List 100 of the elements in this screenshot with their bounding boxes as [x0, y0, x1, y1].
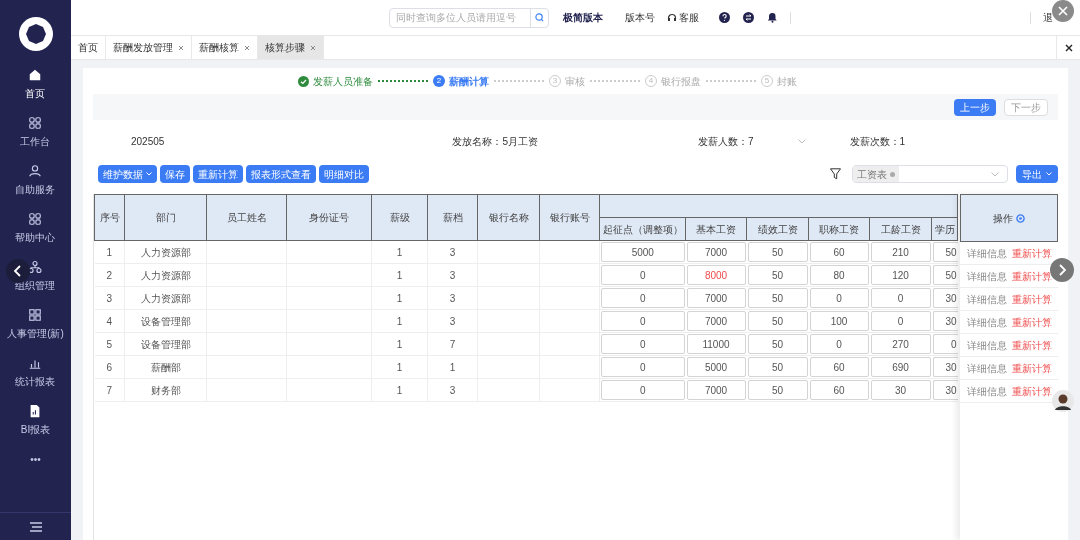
value-field[interactable]: 11000 — [686, 334, 746, 354]
value-field[interactable]: 50 — [747, 380, 808, 400]
detail-link[interactable]: 详细信息 — [966, 268, 1007, 284]
step-button[interactable]: 上一步 — [954, 98, 996, 116]
value-field[interactable]: 690 — [870, 357, 931, 377]
value-field[interactable]: 30 — [932, 288, 958, 308]
recalculate-link[interactable]: 重新计算 — [1011, 268, 1052, 284]
value-field[interactable]: 50 — [747, 334, 808, 354]
value-field[interactable]: 7000 — [686, 311, 746, 331]
toolbar-button[interactable]: 明细对比 — [319, 165, 369, 183]
value-field[interactable]: 60 — [809, 242, 869, 262]
recalculate-link[interactable]: 重新计算 — [1011, 360, 1052, 376]
table-select[interactable]: 工资表 — [852, 165, 1008, 183]
recalculate-link[interactable]: 重新计算 — [1011, 291, 1052, 307]
value-field[interactable]: 30 — [870, 380, 931, 400]
filter-icon[interactable] — [830, 168, 841, 180]
sidebar-item[interactable]: 人事管理(新) — [7, 326, 64, 341]
detail-link[interactable]: 详细信息 — [966, 314, 1007, 330]
recalculate-link[interactable]: 重新计算 — [1011, 314, 1052, 330]
value-field[interactable]: 60 — [809, 380, 869, 400]
switch-icon[interactable] — [743, 12, 754, 23]
value-field[interactable]: 50 — [932, 242, 958, 262]
toolbar-button[interactable]: 维护数据 — [98, 165, 157, 183]
value-field[interactable]: 7000 — [686, 242, 746, 262]
value-field[interactable]: 0 — [601, 357, 685, 377]
value-field[interactable]: 0 — [870, 288, 931, 308]
value-field[interactable]: 50 — [747, 311, 808, 331]
detail-link[interactable]: 详细信息 — [966, 337, 1007, 353]
value-field[interactable]: 30 — [932, 311, 958, 331]
avatar-icon[interactable] — [1052, 390, 1074, 412]
value-field[interactable]: 0 — [870, 311, 931, 331]
value-field[interactable]: 0 — [601, 334, 685, 354]
value-field[interactable]: 0 — [809, 288, 869, 308]
search-field[interactable]: 同时查询多位人员请用逗号 — [389, 7, 549, 28]
close-icon[interactable] — [1064, 43, 1073, 52]
value-field[interactable]: 50 — [747, 242, 808, 262]
toolbar-button[interactable]: 报表形式查看 — [246, 165, 316, 183]
table-cell: 5 — [106, 338, 113, 350]
value-field[interactable]: 120 — [870, 265, 931, 285]
value-field[interactable]: 100 — [809, 311, 869, 331]
sidebar-item[interactable]: 组织管理 — [15, 278, 56, 293]
sidebar-item[interactable]: 帮助中心 — [15, 230, 56, 245]
sidebar-item[interactable]: 首页 — [25, 86, 46, 101]
sidebar-item[interactable]: 工作台 — [20, 134, 51, 149]
value-field[interactable]: 0 — [601, 380, 685, 400]
version-link[interactable]: 版本号 — [625, 10, 655, 25]
value-field[interactable]: 5000 — [601, 242, 685, 262]
recalculate-link[interactable]: 重新计算 — [1011, 337, 1052, 353]
step-label: 封账 — [777, 74, 797, 89]
export-button[interactable]: 导出 — [1016, 165, 1058, 183]
headset-icon[interactable] — [667, 12, 677, 23]
value-field[interactable]: 50 — [932, 265, 958, 285]
value-field[interactable]: 210 — [870, 242, 931, 262]
value-field[interactable]: 30 — [932, 357, 958, 377]
value-field[interactable]: 80 — [809, 265, 869, 285]
edition-label[interactable]: 极简版本 — [563, 10, 603, 25]
grid-icon[interactable] — [28, 212, 43, 226]
value-field[interactable]: 50 — [747, 288, 808, 308]
value-field[interactable]: 7000 — [686, 288, 746, 308]
detail-link[interactable]: 详细信息 — [966, 360, 1007, 376]
tab[interactable]: 核算步骤 — [258, 36, 324, 59]
value-field[interactable]: 30 — [932, 380, 958, 400]
grid-icon[interactable] — [28, 116, 43, 130]
recalculate-link[interactable]: 重新计算 — [1011, 383, 1052, 399]
value-field[interactable]: 0 — [601, 265, 685, 285]
qr-code-icon[interactable] — [28, 308, 43, 322]
value-field[interactable]: 5000 — [686, 357, 746, 377]
search-icon[interactable] — [535, 13, 544, 22]
settings-icon[interactable] — [1016, 213, 1025, 223]
value-field[interactable]: 0 — [809, 334, 869, 354]
value-field[interactable]: 50 — [747, 265, 808, 285]
value-field[interactable]: 0 — [601, 311, 685, 331]
value-field[interactable]: 0 — [932, 334, 958, 354]
value-field[interactable]: 8000 — [686, 265, 746, 285]
collapse-icon[interactable] — [6, 259, 30, 283]
detail-link[interactable]: 详细信息 — [966, 245, 1007, 261]
value-field[interactable]: 60 — [809, 357, 869, 377]
table-cell: 1 — [106, 246, 113, 258]
value-field[interactable]: 0 — [601, 288, 685, 308]
toolbar-button[interactable]: 重新计算 — [193, 165, 243, 183]
logout-link[interactable]: 退 — [1043, 10, 1053, 25]
sidebar-item[interactable]: 自助服务 — [15, 182, 56, 197]
value-field[interactable]: 270 — [870, 334, 931, 354]
sidebar-item[interactable]: 统计报表 — [15, 374, 56, 389]
value-field[interactable]: 50 — [747, 357, 808, 377]
recalculate-link[interactable]: 重新计算 — [1011, 245, 1052, 261]
value-field[interactable]: 7000 — [686, 380, 746, 400]
detail-link[interactable]: 详细信息 — [966, 291, 1007, 307]
menu-icon[interactable] — [29, 521, 42, 532]
toolbar-button[interactable]: 保存 — [160, 165, 190, 183]
detail-link[interactable]: 详细信息 — [966, 383, 1007, 399]
more-button[interactable]: ••• — [30, 452, 41, 467]
org-chart-icon[interactable] — [28, 260, 43, 274]
next-icon[interactable] — [1050, 258, 1074, 282]
bell-icon[interactable] — [767, 12, 778, 23]
person-icon[interactable] — [28, 164, 43, 178]
sidebar-item[interactable]: BI报表 — [20, 422, 51, 437]
service-link[interactable]: 客服 — [679, 10, 699, 25]
home-icon[interactable] — [28, 68, 43, 82]
help-icon[interactable] — [719, 12, 730, 23]
